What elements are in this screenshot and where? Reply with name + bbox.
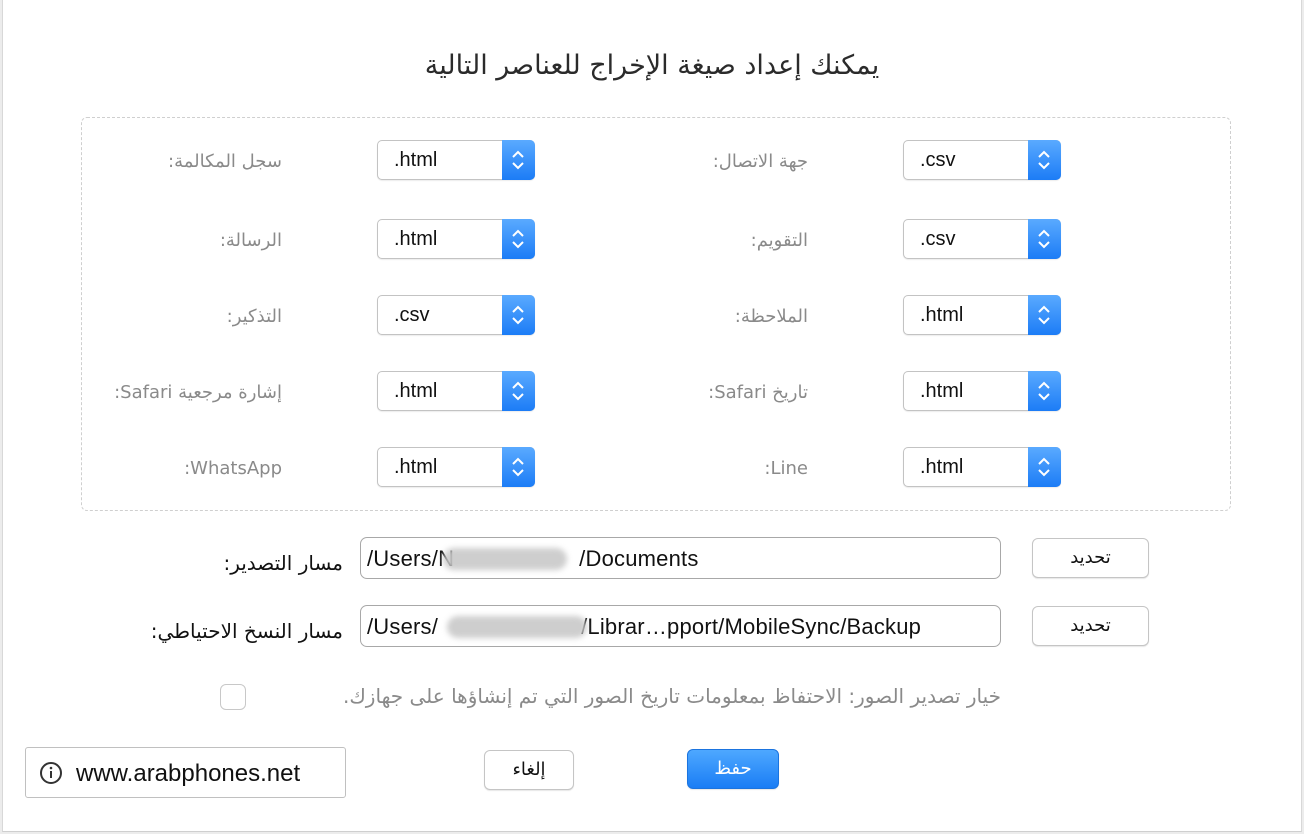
stepper-arrows-icon — [1028, 371, 1061, 411]
stepper-arrows-icon — [1028, 219, 1061, 259]
call-log-format-select[interactable]: .html — [377, 140, 535, 180]
photo-date-checkbox[interactable] — [220, 684, 246, 710]
export-path-field[interactable]: /Users/N/Documents — [360, 537, 1001, 579]
whatsapp-format-label: WhatsApp: — [184, 458, 282, 479]
stepper-arrows-icon — [502, 219, 535, 259]
contact-format-select[interactable]: .csv — [903, 140, 1061, 180]
whatsapp-format-value: .html — [394, 456, 438, 478]
export-path-label: مسار التصدير: — [223, 551, 343, 575]
redaction-blur — [447, 616, 587, 638]
save-button[interactable]: حفظ — [687, 749, 779, 789]
stepper-arrows-icon — [1028, 140, 1061, 180]
format-settings-group: جهة الاتصال: .csv سجل المكالمة: .html ال… — [81, 117, 1231, 511]
safari-bookmark-format-select[interactable]: .html — [377, 371, 535, 411]
export-path-end: /Documents — [579, 546, 699, 571]
safari-history-format-label: تاريخ Safari: — [708, 382, 808, 403]
note-format-label: الملاحظة: — [734, 306, 808, 327]
dialog-title: يمكنك إعداد صيغة الإخراج للعناصر التالية — [424, 50, 880, 81]
stepper-arrows-icon — [1028, 295, 1061, 335]
call-log-format-label: سجل المكالمة: — [168, 151, 282, 172]
backup-path-end: /Librar…pport/MobileSync/Backup — [581, 614, 922, 639]
reminder-format-value: .csv — [394, 304, 430, 326]
contact-format-value: .csv — [920, 149, 956, 171]
stepper-arrows-icon — [502, 371, 535, 411]
note-format-select[interactable]: .html — [903, 295, 1061, 335]
backup-path-start: /Users/ — [367, 614, 439, 639]
calendar-format-value: .csv — [920, 228, 956, 250]
line-format-value: .html — [920, 456, 964, 478]
backup-path-label: مسار النسخ الاحتياطي: — [150, 619, 343, 643]
note-format-value: .html — [920, 304, 964, 326]
watermark-url: www.arabphones.net — [76, 760, 301, 787]
stepper-arrows-icon — [1028, 447, 1061, 487]
backup-path-field[interactable]: /Users/ /Librar…pport/MobileSync/Backup — [360, 605, 1001, 647]
stepper-arrows-icon — [502, 140, 535, 180]
export-settings-dialog: يمكنك إعداد صيغة الإخراج للعناصر التالية… — [2, 0, 1302, 832]
reminder-format-label: التذكير: — [226, 306, 282, 327]
safari-bookmark-format-value: .html — [394, 380, 438, 402]
stepper-arrows-icon — [502, 447, 535, 487]
message-format-select[interactable]: .html — [377, 219, 535, 259]
stepper-arrows-icon — [502, 295, 535, 335]
calendar-format-select[interactable]: .csv — [903, 219, 1061, 259]
safari-history-format-value: .html — [920, 380, 964, 402]
reminder-format-select[interactable]: .csv — [377, 295, 535, 335]
watermark-box: www.arabphones.net — [25, 747, 346, 798]
backup-path-choose-button[interactable]: تحديد — [1032, 606, 1149, 646]
contact-format-label: جهة الاتصال: — [712, 151, 808, 172]
safari-history-format-select[interactable]: .html — [903, 371, 1061, 411]
message-format-value: .html — [394, 228, 438, 250]
export-path-choose-button[interactable]: تحديد — [1032, 538, 1149, 578]
calendar-format-label: التقويم: — [750, 230, 808, 251]
call-log-format-value: .html — [394, 149, 438, 171]
redaction-blur — [443, 548, 567, 570]
line-format-select[interactable]: .html — [903, 447, 1061, 487]
message-format-label: الرسالة: — [219, 230, 282, 251]
cancel-button[interactable]: إلغاء — [484, 750, 574, 790]
info-icon — [39, 761, 63, 789]
whatsapp-format-select[interactable]: .html — [377, 447, 535, 487]
line-format-label: Line: — [764, 458, 808, 479]
photo-date-option-label: خيار تصدير الصور: الاحتفاظ بمعلومات تاري… — [342, 684, 1001, 708]
safari-bookmark-format-label: إشارة مرجعية Safari: — [114, 382, 282, 403]
export-path-start: /Users/N — [367, 546, 455, 571]
